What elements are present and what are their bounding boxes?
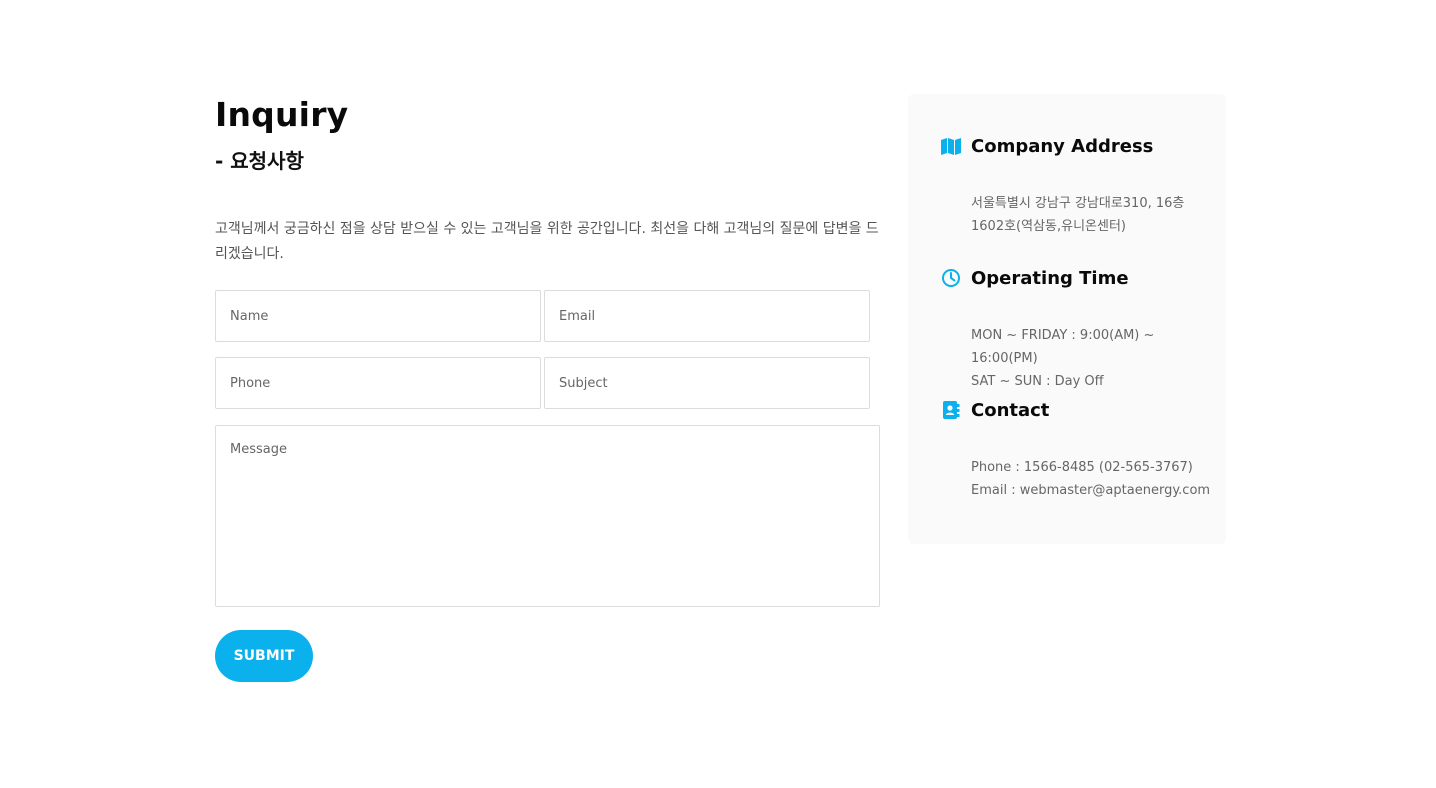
- contact-phone: Phone : 1566-8485 (02-565-3767): [971, 460, 1193, 475]
- address-text: 서울특별시 강남구 강남대로310, 16층 1602호(역삼동,유니온센터): [940, 192, 1220, 238]
- intro-text: 고객님께서 궁금하신 점을 상담 받으실 수 있는 고객님을 위한 공간입니다.…: [215, 221, 879, 262]
- contact-title: Contact: [971, 399, 1050, 421]
- phone-field-wrapper: [215, 357, 541, 409]
- message-field-wrapper: [215, 425, 880, 607]
- info-card: Company Address 서울특별시 강남구 강남대로310, 16층 1…: [908, 94, 1226, 544]
- contact-section: Contact Phone : 1566-8485 (02-565-3767) …: [940, 396, 1220, 502]
- address-header: Company Address: [940, 132, 1220, 160]
- email-field-wrapper: [544, 290, 870, 342]
- address-title: Company Address: [971, 135, 1154, 157]
- address-line-2: 1602호(역삼동,유니온센터): [971, 219, 1126, 234]
- hours-section: Operating Time MON ~ FRIDAY : 9:00(AM) ~…: [940, 264, 1220, 393]
- hours-line-2: SAT ~ SUN : Day Off: [971, 374, 1104, 389]
- name-input[interactable]: [216, 291, 540, 341]
- inquiry-section: Inquiry - 요청사항 고객님께서 궁금하신 점을 상담 받으실 수 있는…: [215, 95, 880, 262]
- submit-button[interactable]: SUBMIT: [215, 630, 313, 682]
- page-subtitle: - 요청사항: [215, 149, 304, 173]
- name-field-wrapper: [215, 290, 541, 342]
- subject-field-wrapper: [544, 357, 870, 409]
- hours-header: Operating Time: [940, 264, 1220, 292]
- subject-input[interactable]: [545, 358, 869, 408]
- hours-title: Operating Time: [971, 267, 1129, 289]
- hours-line-1: MON ~ FRIDAY : 9:00(AM) ~ 16:00(PM): [971, 328, 1155, 366]
- clock-icon: [940, 267, 962, 289]
- contact-book-icon: [940, 399, 962, 421]
- contact-email: Email : webmaster@aptaenergy.com: [971, 483, 1211, 498]
- page-title: Inquiry: [215, 95, 349, 134]
- email-input[interactable]: [545, 291, 869, 341]
- address-line-1: 서울특별시 강남구 강남대로310, 16층: [971, 196, 1185, 211]
- address-section: Company Address 서울특별시 강남구 강남대로310, 16층 1…: [940, 132, 1220, 238]
- contact-text: Phone : 1566-8485 (02-565-3767) Email : …: [940, 456, 1220, 502]
- map-icon: [940, 135, 962, 157]
- phone-input[interactable]: [216, 358, 540, 408]
- hours-text: MON ~ FRIDAY : 9:00(AM) ~ 16:00(PM) SAT …: [940, 324, 1220, 393]
- message-textarea[interactable]: [216, 426, 879, 606]
- contact-header: Contact: [940, 396, 1220, 424]
